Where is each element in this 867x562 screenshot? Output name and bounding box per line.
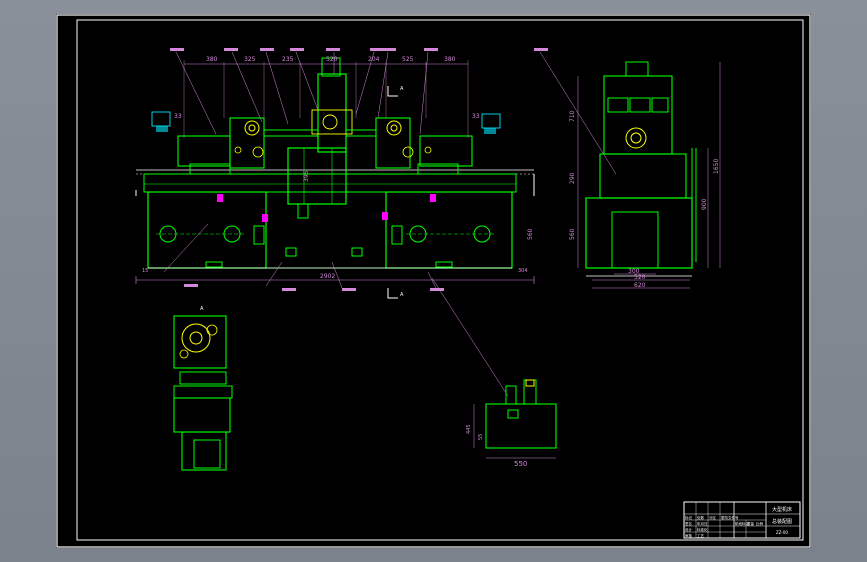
left-bed	[147, 191, 267, 269]
tank-view: 550 445 55	[466, 379, 557, 468]
tb-row-label: 签名	[685, 521, 692, 526]
dim-label: 710	[569, 110, 576, 122]
left-accessory	[151, 111, 171, 127]
dim-label: 525	[402, 56, 414, 63]
total-length-label: 2902	[320, 273, 335, 280]
leader-lines	[163, 51, 617, 397]
dim-label: 380	[444, 56, 456, 63]
tb-role: 标准化	[697, 527, 708, 532]
side-base	[585, 197, 693, 269]
drawing-sheet: 380 325 235 520 204 525 380 33 33 395 56…	[56, 14, 811, 548]
right-spindle-head	[346, 117, 473, 175]
dim-label: 900	[701, 198, 708, 210]
tb-weight: 重量	[747, 521, 755, 526]
tank-width-label: 550	[514, 460, 527, 468]
section-view: A	[173, 306, 233, 471]
tb-role: 审核	[685, 533, 693, 538]
section-mark: A	[400, 292, 404, 298]
tb-row-label: 更改文件号	[721, 515, 739, 520]
cad-viewport[interactable]: 380 325 235 520 204 525 380 33 33 395 56…	[0, 0, 867, 562]
dim-label: 204	[368, 56, 380, 63]
tb-title-top: 大型机床	[772, 506, 792, 513]
tb-row-label: 处数	[697, 515, 705, 520]
tb-role: 工艺	[697, 533, 705, 538]
tb-code: ZZ-00	[776, 530, 788, 535]
right-accessory	[481, 113, 501, 129]
dim-label: 325	[244, 56, 256, 63]
dim-label: 55	[478, 434, 484, 440]
section-view-label: A	[200, 306, 204, 312]
dim-label: 290	[569, 172, 576, 184]
title-block: 标记 处数 分区 更改文件号 签名 年月日 设计 标准化 审核 工艺 阶段标记 …	[683, 501, 801, 539]
outer-frame	[56, 14, 811, 548]
dim-label: 304	[518, 268, 528, 274]
hydraulic-tank	[485, 403, 557, 449]
tb-role: 设计	[685, 527, 693, 532]
dim-label: 445	[466, 424, 472, 434]
side-view: 710 290 560 1650 900 300 520 620	[569, 61, 721, 289]
center-column	[287, 147, 347, 205]
tb-scale: 比例	[756, 521, 764, 526]
part-balloons	[170, 48, 548, 291]
tb-row-label: 年月日	[697, 521, 708, 526]
front-view: 380 325 235 520 204 525 380 33 33 395 56…	[135, 48, 617, 397]
dim-label: 33	[174, 113, 182, 120]
tb-row-label: 分区	[709, 515, 717, 520]
dim-label: 15	[142, 268, 148, 274]
right-bed	[385, 191, 513, 269]
dim-label: 520	[326, 56, 338, 63]
dim-label: 520	[634, 274, 646, 281]
dim-label: 395	[303, 170, 310, 182]
center-head	[317, 73, 347, 153]
dim-label: 560	[569, 228, 576, 240]
drawing-canvas: 380 325 235 520 204 525 380 33 33 395 56…	[56, 14, 811, 548]
left-spindle-head	[177, 117, 318, 175]
section-mark: A	[400, 86, 404, 92]
dim-label: 1650	[713, 159, 720, 174]
tb-title-main: 总装配图	[772, 518, 792, 525]
dim-label: 380	[206, 56, 218, 63]
tb-row-label: 标记	[685, 515, 693, 520]
dim-label: 560	[527, 228, 534, 240]
dim-label: 33	[472, 113, 480, 120]
dim-label: 235	[282, 56, 294, 63]
dim-label: 620	[634, 282, 646, 289]
